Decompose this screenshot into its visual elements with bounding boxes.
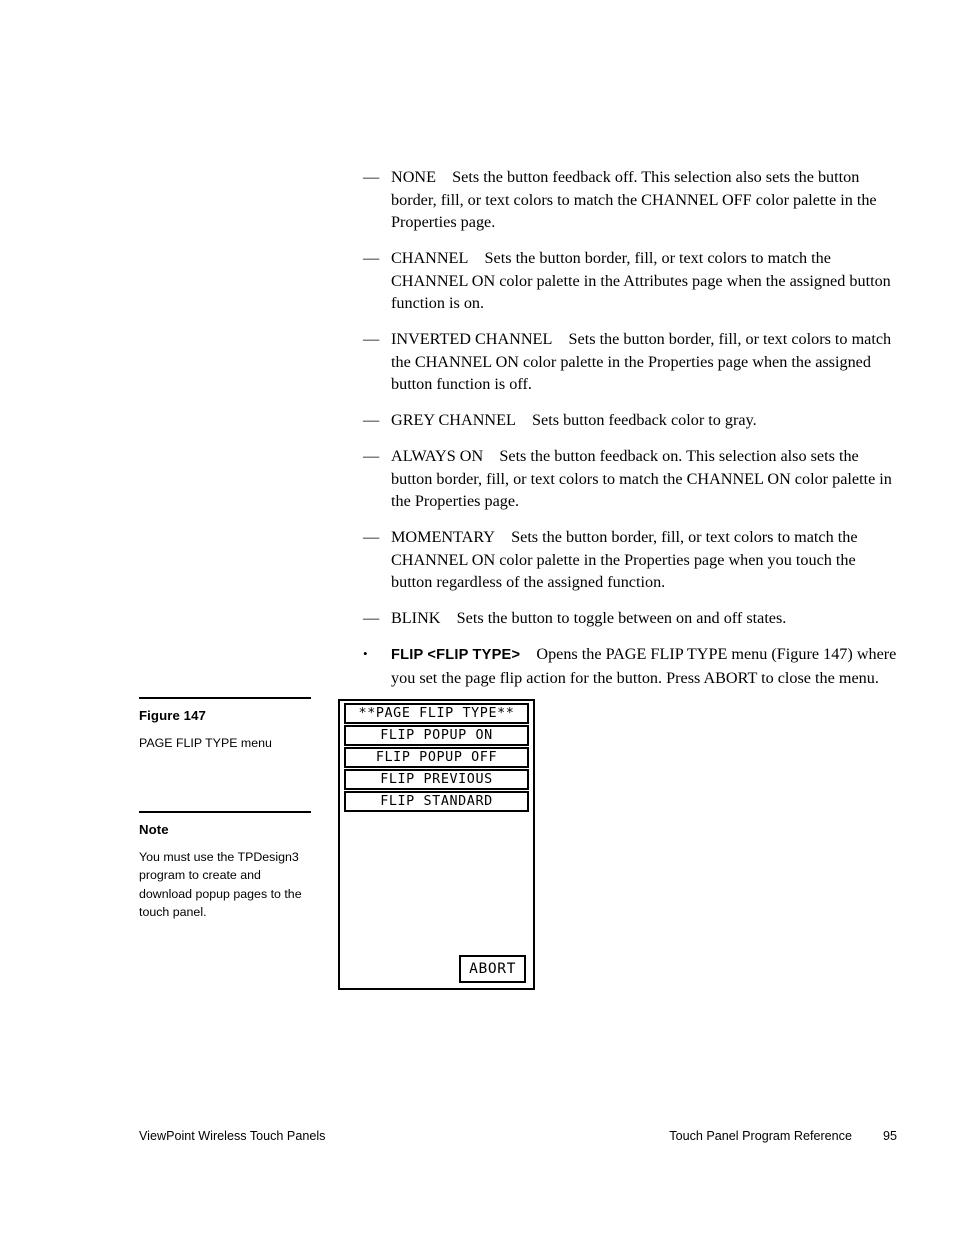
dash-icon: — [363, 447, 380, 465]
term-text-gap [436, 168, 452, 186]
body-item-term: GREY CHANNEL [391, 411, 516, 429]
body-item-term: ALWAYS ON [391, 447, 484, 465]
body-item-term: INVERTED CHANNEL [391, 330, 553, 348]
body-list-item: — INVERTED CHANNEL Sets the button border… [363, 328, 898, 396]
note-label: Note [139, 821, 169, 837]
body-list-item: — MOMENTARY Sets the button border, fill,… [363, 526, 898, 594]
body-item-term: NONE [391, 168, 436, 186]
figure-rule [139, 697, 311, 699]
document-page: — NONE Sets the button feedback off. This… [0, 0, 954, 1235]
panel-inner: **PAGE FLIP TYPE** FLIP POPUP ON FLIP PO… [340, 703, 533, 990]
body-list-item: — GREY CHANNEL Sets button feedback color… [363, 409, 898, 432]
term-text-gap [516, 411, 532, 429]
dash-icon: — [363, 168, 380, 186]
term-text-gap [483, 447, 499, 465]
margin-spacer [139, 753, 311, 811]
body-item-text: Sets button feedback color to gray. [532, 411, 757, 429]
term-text-gap [552, 330, 568, 348]
body-item-term: FLIP <FLIP TYPE> [391, 647, 521, 663]
body-list-item: • FLIP <FLIP TYPE> Opens the PAGE FLIP TY… [363, 643, 898, 689]
footer-page-number: 95 [882, 1129, 897, 1143]
margin-column: Figure 147 PAGE FLIP TYPE menu Note You … [139, 697, 311, 922]
abort-button-area: ABORT [340, 955, 533, 983]
body-item-text: Sets the button to toggle between on and… [456, 609, 787, 627]
abort-button[interactable]: ABORT [459, 955, 526, 983]
panel-menu-title: **PAGE FLIP TYPE** [344, 703, 529, 724]
dash-icon: — [363, 411, 380, 429]
panel-menu-item-label: FLIP STANDARD [380, 794, 493, 809]
note-text: You must use the TPDesign3 program to cr… [139, 849, 302, 920]
body-list-item: — ALWAYS ON Sets the button feedback on. … [363, 445, 898, 513]
body-list-item: — BLINK Sets the button to toggle between… [363, 607, 898, 630]
note-rule [139, 810, 311, 813]
panel-menu-item-flip-previous[interactable]: FLIP PREVIOUS [344, 769, 529, 790]
dash-icon: — [363, 249, 380, 267]
panel-menu-item-label: FLIP POPUP ON [380, 728, 493, 743]
figure-label: Figure 147 [139, 708, 206, 723]
dash-icon: — [363, 330, 380, 348]
body-list-item: — NONE Sets the button feedback off. This… [363, 166, 898, 234]
page-flip-type-panel: **PAGE FLIP TYPE** FLIP POPUP ON FLIP PO… [338, 699, 535, 990]
panel-menu-item-flip-popup-on[interactable]: FLIP POPUP ON [344, 725, 529, 746]
panel-menu-item-label: FLIP POPUP OFF [375, 750, 498, 765]
body-list-item: — CHANNEL Sets the button border, fill, o… [363, 247, 898, 315]
dash-icon: — [363, 609, 380, 627]
body-item-term: MOMENTARY [391, 528, 495, 546]
term-text-gap [495, 528, 511, 546]
footer-section-title: Touch Panel Program Reference [669, 1129, 852, 1143]
bullet-icon: • [363, 646, 368, 661]
dash-icon: — [363, 528, 380, 546]
body-item-term: BLINK [391, 609, 441, 627]
body-text-column: — NONE Sets the button feedback off. This… [363, 166, 898, 703]
panel-menu-item-flip-popup-off[interactable]: FLIP POPUP OFF [344, 747, 529, 768]
term-text-gap [440, 609, 456, 627]
footer-product-name: ViewPoint Wireless Touch Panels [139, 1129, 326, 1143]
panel-menu-item-flip-standard[interactable]: FLIP STANDARD [344, 791, 529, 812]
figure-caption: PAGE FLIP TYPE menu [139, 736, 272, 750]
panel-menu-title-label: **PAGE FLIP TYPE** [358, 706, 515, 721]
body-item-text: Sets the button feedback off. This selec… [391, 168, 877, 231]
panel-menu-item-label: FLIP PREVIOUS [380, 772, 493, 787]
term-text-gap [468, 249, 484, 267]
body-item-term: CHANNEL [391, 249, 469, 267]
term-text-gap [520, 645, 536, 663]
